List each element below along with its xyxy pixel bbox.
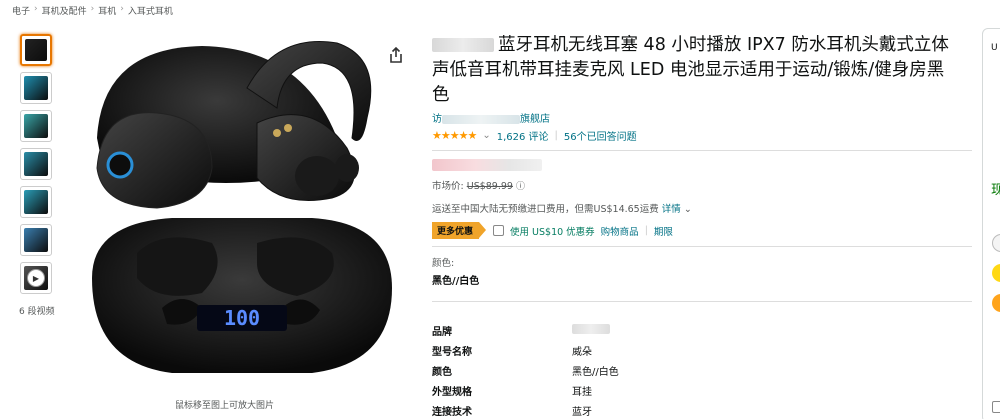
spec-value: 蓝牙 (572, 406, 592, 418)
thumbnail-strip: ▶ (20, 34, 54, 300)
gift-checkbox[interactable] (992, 401, 1000, 413)
spec-key: 品牌 (432, 326, 452, 338)
review-count-link[interactable]: 1,626 评论 (497, 128, 549, 143)
spec-key: 型号名称 (432, 346, 472, 358)
star-rating[interactable]: ★★★★★ (432, 129, 477, 142)
blurred-store-name (442, 114, 520, 124)
spec-row: 型号名称 威朵 (432, 340, 732, 360)
breadcrumb-separator: › (120, 4, 124, 14)
breadcrumb: 电子 › 耳机及配件 › 耳机 › 入耳式耳机 (12, 4, 173, 17)
store-link[interactable]: 访旗舰店 (432, 110, 972, 125)
divider (432, 150, 972, 151)
thumbnail-image (24, 152, 48, 176)
separator: | (644, 225, 648, 236)
thumb-model[interactable] (20, 110, 52, 142)
thumbnail-image (24, 76, 48, 100)
add-to-cart-button[interactable] (992, 264, 1000, 282)
spec-value: 耳挂 (572, 386, 592, 398)
rating-row: ★★★★★ ⌄ 1,626 评论 | 56个已回答问题 (432, 128, 972, 143)
thumb-earbuds-case[interactable] (20, 34, 52, 66)
product-info: 蓝牙耳机无线耳塞 48 小时播放 IPX7 防水耳机头戴式立体声低音耳机带耳挂麦… (432, 33, 972, 419)
thumb-phone-pairing[interactable] (20, 224, 52, 256)
spec-value: 黑色//白色 (572, 366, 619, 378)
color-label: 颜色: (432, 258, 455, 269)
main-product-image[interactable]: 100 (62, 28, 412, 393)
divider (432, 246, 972, 247)
thumb-features[interactable] (20, 72, 52, 104)
buybox-stock-text: 现 (991, 183, 1000, 198)
buybox-text: U (991, 43, 998, 53)
spec-key: 颜色 (432, 366, 452, 378)
list-price: 市场价: US$89.99 ⓘ (432, 181, 526, 192)
thumb-battery[interactable] (20, 148, 52, 180)
led-display-text: 100 (224, 306, 260, 330)
spec-row: 连接技术 蓝牙 (432, 400, 732, 419)
qa-count-link[interactable]: 56个已回答问题 (564, 128, 637, 143)
breadcrumb-item[interactable]: 入耳式耳机 (128, 4, 173, 17)
spec-value: 威朵 (572, 346, 592, 358)
chevron-down-icon[interactable]: ⌄ (482, 130, 490, 141)
shipping-details-link[interactable]: 详情 (662, 204, 681, 215)
breadcrumb-item[interactable]: 耳机及配件 (42, 4, 87, 17)
buy-box: U 现 (982, 28, 1000, 419)
info-icon[interactable]: ⓘ (516, 182, 525, 192)
spec-table: 品牌型号名称 威朵颜色 黑色//白色外型规格 耳挂连接技术 蓝牙 (432, 320, 732, 419)
coupon-row: 更多优惠 使用 US$10 优惠券 购物商品 | 期限 (432, 222, 972, 239)
buy-now-button[interactable] (992, 294, 1000, 312)
play-icon: ▶ (27, 269, 45, 287)
product-title: 蓝牙耳机无线耳塞 48 小时播放 IPX7 防水耳机头戴式立体声低音耳机带耳挂麦… (432, 35, 949, 105)
thumbnail-image (24, 114, 48, 138)
coupon-terms-link[interactable]: 期限 (654, 224, 673, 238)
price (432, 158, 972, 172)
thumbnail-image (24, 228, 48, 252)
zoom-hint: 鼠标移至图上可放大图片 (175, 401, 275, 411)
spec-key: 外型规格 (432, 386, 472, 398)
deal-badge: 更多优惠 (432, 222, 487, 239)
thumb-video[interactable]: ▶ (20, 262, 52, 294)
spec-row: 外型规格 耳挂 (432, 380, 732, 400)
video-count-label[interactable]: 6 段视频 (19, 304, 55, 317)
thumb-case-detail[interactable] (20, 186, 52, 218)
share-icon[interactable] (385, 44, 407, 66)
blurred-price (432, 159, 542, 171)
spec-key: 连接技术 (432, 406, 472, 418)
spec-row: 品牌 (432, 320, 732, 340)
thumbnail-image (24, 190, 48, 214)
divider (432, 301, 972, 302)
shipping-info: 运送至中国大陆无预缴进口费用，但需US$14.65运费 详情 ⌄ (432, 204, 692, 215)
breadcrumb-item[interactable]: 耳机 (98, 4, 116, 17)
separator: | (554, 130, 558, 141)
blurred-brand-value (572, 323, 610, 334)
quantity-selector[interactable] (992, 234, 1000, 252)
coupon-text: 使用 US$10 优惠券 (510, 226, 595, 238)
breadcrumb-separator: › (34, 4, 38, 14)
breadcrumb-item[interactable]: 电子 (12, 4, 30, 17)
thumbnail-image (25, 39, 47, 61)
coupon-checkbox[interactable] (493, 225, 505, 236)
blurred-brand (432, 38, 494, 52)
spec-value (572, 323, 610, 337)
color-value: 黑色//白色 (432, 276, 480, 287)
chevron-down-icon[interactable]: ⌄ (684, 204, 692, 215)
coupon-items-link[interactable]: 购物商品 (601, 224, 639, 238)
breadcrumb-separator: › (90, 4, 95, 14)
spec-row: 颜色 黑色//白色 (432, 360, 732, 380)
